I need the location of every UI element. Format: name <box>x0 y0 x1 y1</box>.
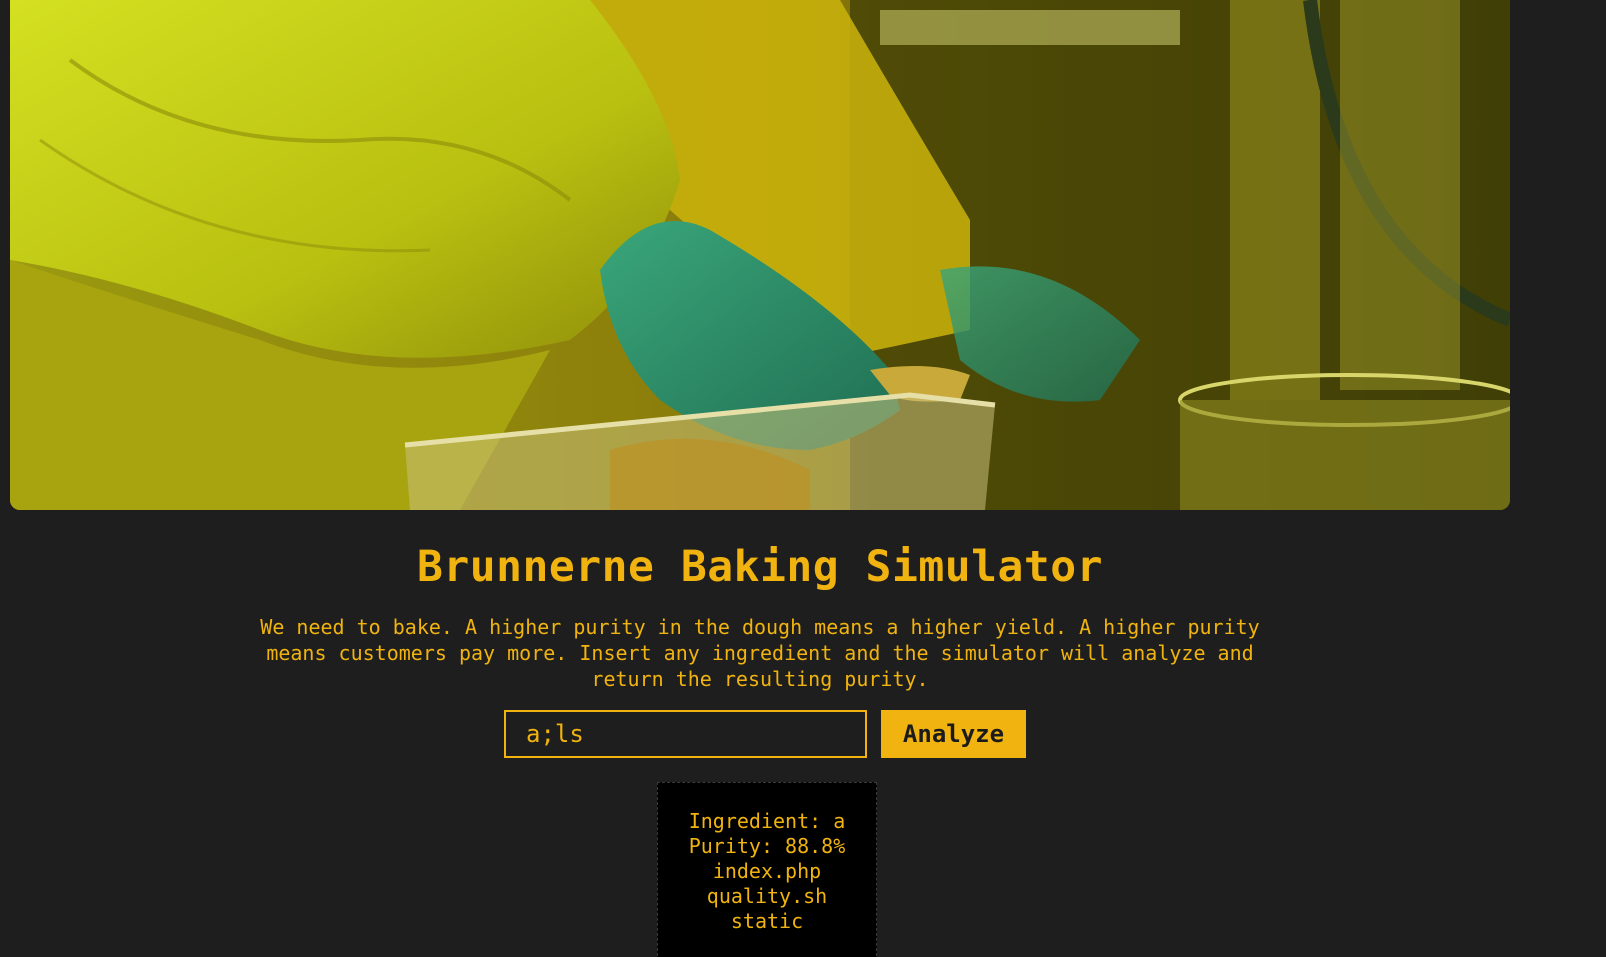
page: Brunnerne Baking Simulator We need to ba… <box>0 0 1606 957</box>
analyze-button[interactable]: Analyze <box>881 710 1026 758</box>
result-line: static <box>730 909 804 933</box>
result-output: Ingredient: a Purity: 88.8% index.php qu… <box>657 782 877 957</box>
page-description: We need to bake. A higher purity in the … <box>260 615 1260 691</box>
main-content: Brunnerne Baking Simulator We need to ba… <box>10 510 1510 957</box>
result-line: Ingredient: a <box>688 809 846 833</box>
result-line: quality.sh <box>706 884 828 908</box>
hero-image <box>10 0 1510 510</box>
result-line: index.php <box>712 859 822 883</box>
page-title: Brunnerne Baking Simulator <box>416 542 1104 592</box>
ingredient-input[interactable] <box>504 710 867 758</box>
result-line: Purity: 88.8% <box>688 834 846 858</box>
ingredient-form: Analyze <box>10 710 1510 758</box>
